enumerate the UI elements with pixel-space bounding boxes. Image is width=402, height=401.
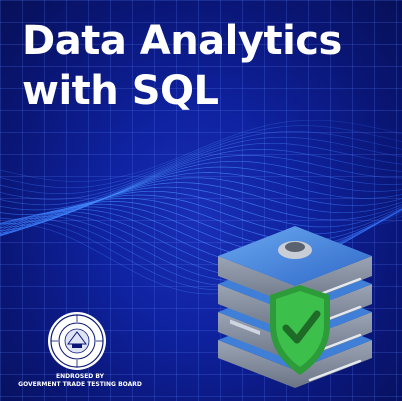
endorsement-text: ENDROSED BY GOVERMENT TRADE TESTING BOAR…	[10, 373, 150, 389]
course-title: Data Analytics with SQL	[22, 16, 342, 116]
title-line-1: Data Analytics	[22, 18, 342, 64]
course-banner: Data Analytics with SQL ENDROSED BY GOVE…	[0, 0, 402, 401]
endorsement-line-2: GOVERMENT TRADE TESTING BOARD	[18, 381, 142, 388]
database-server-icon	[218, 226, 372, 388]
board-seal-icon	[48, 312, 106, 370]
title-line-2: with SQL	[22, 68, 219, 114]
endorsement-line-1: ENDROSED BY	[56, 373, 104, 380]
